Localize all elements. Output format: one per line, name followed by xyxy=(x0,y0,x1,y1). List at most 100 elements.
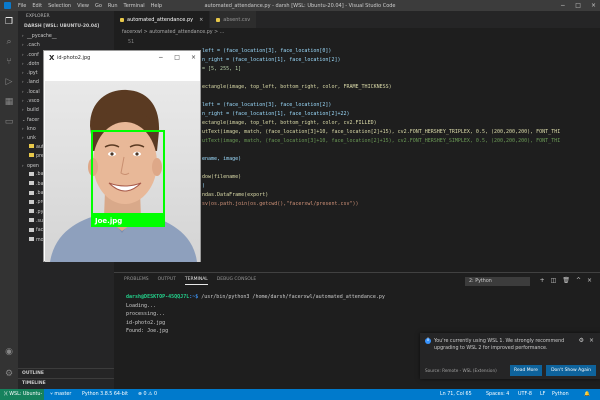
file-icon xyxy=(29,153,34,158)
file-tree-label: .land xyxy=(27,80,39,86)
code-text: = [5, 255, 1] xyxy=(202,66,242,72)
files-icon[interactable]: ❐ xyxy=(4,17,14,27)
image-close-button[interactable]: × xyxy=(191,54,196,61)
image-window-titlebar: X id-photo2.jpg − □ × xyxy=(44,51,200,65)
file-tree-label: __pycache__ xyxy=(27,34,57,39)
close-panel-icon[interactable]: × xyxy=(587,277,592,284)
python-file-icon xyxy=(216,17,221,22)
indentation[interactable]: Spaces: 4 xyxy=(486,389,509,400)
face xyxy=(93,122,157,204)
new-terminal-icon[interactable]: + xyxy=(540,277,545,284)
file-icon xyxy=(29,171,34,176)
python-file-icon xyxy=(120,17,124,22)
face-photo: Joe.jpg xyxy=(45,81,200,262)
encoding[interactable]: UTF-8 xyxy=(518,389,532,400)
file-icon xyxy=(29,227,34,232)
language-mode[interactable]: Python xyxy=(552,389,569,400)
workspace-title[interactable]: DARSH [WSL: UBUNTU-20.04] xyxy=(18,22,114,31)
line-ending[interactable]: LF xyxy=(540,389,545,400)
close-tab-icon[interactable]: × xyxy=(199,17,203,23)
menu-run[interactable]: Run xyxy=(108,3,118,9)
code-text: n_right = (face_location[1], face_locati… xyxy=(202,57,341,63)
editor-tab[interactable]: absent.csv xyxy=(210,11,258,28)
menu-edit[interactable]: Edit xyxy=(32,3,42,9)
file-tree-label: .cach xyxy=(27,43,40,49)
source-control-icon[interactable]: ⑂ xyxy=(4,57,14,67)
run-debug-icon[interactable]: ▷ xyxy=(4,77,14,87)
name-label: Joe.jpg xyxy=(94,217,122,225)
code-line: 51 xyxy=(127,39,134,45)
menu-selection[interactable]: Selection xyxy=(48,3,71,9)
account-icon[interactable]: ◉ xyxy=(4,347,14,357)
editor-tabs: automated_attendance.py × absent.csv xyxy=(114,11,600,28)
file-tree-label: facer xyxy=(27,117,40,123)
image-window-title: id-photo2.jpg xyxy=(57,55,91,61)
remote-indicator[interactable]: ⟩⟨ WSL: Ubuntu-20.04 xyxy=(0,389,44,400)
dont-show-again-button[interactable]: Don't Show Again xyxy=(546,365,596,376)
file-icon xyxy=(29,199,34,204)
cursor-position[interactable]: Ln 71, Col 65 xyxy=(440,389,472,400)
panel-tab-debug-console[interactable]: DEBUG CONSOLE xyxy=(217,277,256,285)
info-icon: i xyxy=(425,338,431,344)
editor-tab-label: absent.csv xyxy=(223,16,251,23)
image-viewer-window[interactable]: X id-photo2.jpg − □ × Joe.jpg xyxy=(43,50,201,262)
notification-settings-icon[interactable]: ⚙ xyxy=(579,337,584,344)
maximize-button[interactable]: □ xyxy=(575,2,581,9)
panel-tab-problems[interactable]: PROBLEMS xyxy=(124,277,149,285)
terminal-output[interactable]: darsh@DESKTOP-45QQJ7L:~$ /usr/bin/python… xyxy=(126,293,596,336)
editor-tab[interactable]: automated_attendance.py × xyxy=(114,11,211,28)
file-tree-item[interactable]: › .cach xyxy=(18,40,114,49)
notifications-bell-icon[interactable]: 🔔 xyxy=(584,389,590,400)
code-text: n_right = (face_location[1], face_locati… xyxy=(202,111,350,117)
extensions-icon[interactable]: ▦ xyxy=(4,97,14,107)
maximize-panel-icon[interactable]: ^ xyxy=(576,277,581,284)
code-text: ectangle(image, top_left, bottom_right, … xyxy=(202,120,377,126)
file-icon xyxy=(29,218,34,223)
remote-explorer-icon[interactable]: ▭ xyxy=(4,117,14,127)
close-button[interactable]: × xyxy=(591,2,596,9)
vscode-logo-icon xyxy=(4,2,11,9)
minimize-button[interactable]: − xyxy=(560,2,565,9)
title-bar: File Edit Selection View Go Run Terminal Help a… xyxy=(0,0,600,11)
problems-indicator[interactable]: ⊗ 0 ⚠ 0 xyxy=(138,389,157,400)
menu-view[interactable]: View xyxy=(77,3,89,9)
file-tree-label: .ipyt xyxy=(27,71,38,77)
split-terminal-icon[interactable]: ◫ xyxy=(551,277,557,284)
code-text: left = (face_location[3], face_location[… xyxy=(202,48,332,54)
menu-terminal[interactable]: Terminal xyxy=(124,3,145,9)
file-icon xyxy=(29,144,34,149)
panel-tab-terminal[interactable]: TERMINAL xyxy=(184,277,208,285)
x-logo-icon: X xyxy=(49,54,55,62)
file-tree-label: .local xyxy=(27,89,40,95)
kill-terminal-icon[interactable]: 🗑 xyxy=(562,277,570,284)
image-minimize-button[interactable]: − xyxy=(158,54,163,61)
status-bar: ⟩⟨ WSL: Ubuntu-20.04 ⑂ master Python 3.8… xyxy=(0,389,600,400)
outline-section[interactable]: OUTLINE xyxy=(18,368,114,378)
file-tree-label: .vsco xyxy=(27,99,40,105)
file-tree-item[interactable]: › __pycache__ xyxy=(18,31,114,40)
terminal-prompt-line: darsh@DESKTOP-45QQJ7L:~$ /usr/bin/python… xyxy=(126,294,385,300)
timeline-section[interactable]: TIMELINE xyxy=(18,378,114,388)
code-text: ectangle(image, top_left, bottom_right, … xyxy=(202,84,392,90)
file-tree-label: build xyxy=(27,108,39,114)
file-tree-label: .dotn xyxy=(27,61,40,67)
menu-file[interactable]: File xyxy=(18,3,26,9)
read-more-button[interactable]: Read More xyxy=(510,365,542,376)
image-maximize-button[interactable]: □ xyxy=(174,54,180,61)
breadcrumb[interactable]: facerxwl > automated_attendance.py > ... xyxy=(114,28,600,38)
menu-go[interactable]: Go xyxy=(95,3,102,9)
terminal-selector[interactable]: 2: Python xyxy=(465,277,530,286)
code-text: utText(image, match, (face_location[3]+1… xyxy=(202,138,561,144)
notification-close-icon[interactable]: × xyxy=(589,337,594,344)
settings-gear-icon[interactable]: ⚙ xyxy=(4,369,14,379)
terminal-line: processing... xyxy=(126,311,166,317)
terminal-line: Loading... xyxy=(126,302,157,309)
python-interpreter[interactable]: Python 3.8.5 64-bit xyxy=(82,389,128,400)
panel-tab-output[interactable]: OUTPUT xyxy=(158,277,176,285)
search-icon[interactable]: ⌕ xyxy=(4,37,14,47)
menu-help[interactable]: Help xyxy=(151,3,162,9)
file-icon xyxy=(29,190,34,195)
code-text: ename, image) xyxy=(202,156,242,162)
branch-indicator[interactable]: ⑂ master xyxy=(50,389,71,400)
file-tree-label: kno xyxy=(27,126,36,132)
